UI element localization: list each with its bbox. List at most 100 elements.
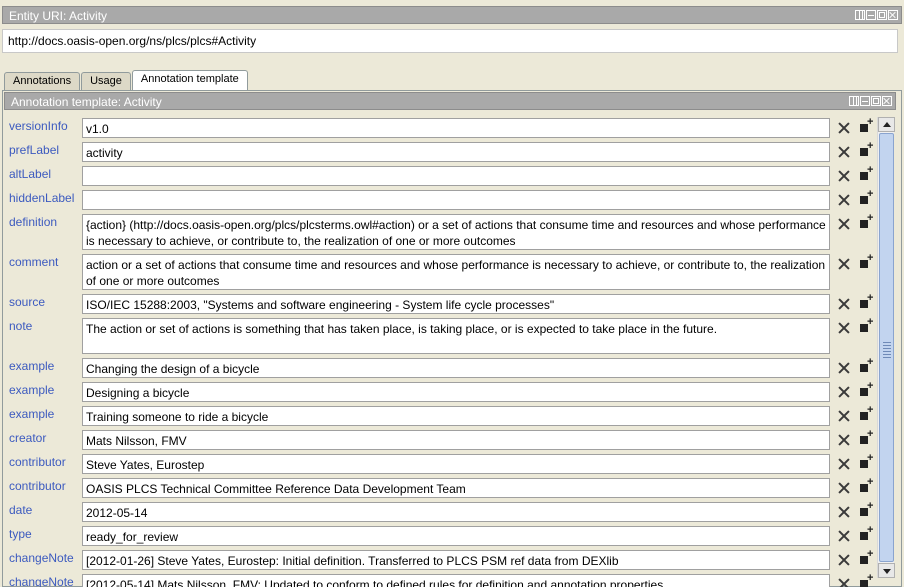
delete-x-icon[interactable] [838,146,850,158]
maximize-icon[interactable] [871,96,881,106]
property-label[interactable]: date [9,503,32,517]
delete-x-icon[interactable] [838,410,850,422]
property-label[interactable]: note [9,319,32,333]
annotation-value-field[interactable]: Changing the design of a bicycle [82,358,830,378]
add-value-icon[interactable]: + [860,452,874,470]
delete-x-icon[interactable] [838,578,850,587]
delete-x-icon[interactable] [838,482,850,494]
add-value-icon[interactable]: + [860,476,874,494]
plus-icon: + [867,117,874,128]
property-label[interactable]: changeNote [9,575,74,587]
add-value-icon[interactable]: + [860,548,874,566]
property-label[interactable]: example [9,407,54,421]
scroll-thumb[interactable] [879,133,894,562]
close-icon[interactable] [882,96,892,106]
maximize-icon[interactable] [877,10,887,20]
delete-x-icon[interactable] [838,386,850,398]
tab-usage[interactable]: Usage [81,72,131,90]
minimize-icon[interactable] [866,10,876,20]
plus-icon: + [867,452,874,464]
add-value-icon[interactable]: + [860,164,874,182]
add-value-icon[interactable]: + [860,212,874,230]
add-value-icon[interactable]: + [860,380,874,398]
plus-icon: + [867,500,874,512]
property-label[interactable]: creator [9,431,46,445]
property-label[interactable]: source [9,295,45,309]
property-label[interactable]: hiddenLabel [9,191,74,205]
add-value-icon[interactable]: + [860,572,874,587]
annotation-value-field[interactable]: The action or set of actions is somethin… [82,318,830,354]
vertical-scrollbar[interactable] [877,117,895,578]
entity-panel-window-buttons [855,10,898,20]
template-panel-title-bar: Annotation template: Activity [4,92,896,110]
scroll-up-button[interactable] [878,117,895,132]
property-label[interactable]: type [9,527,32,541]
plus-icon: + [867,404,874,416]
plus-icon: + [867,476,874,488]
delete-x-icon[interactable] [838,218,850,230]
annotation-value-field[interactable]: Mats Nilsson, FMV [82,430,830,450]
tab-annotations[interactable]: Annotations [4,72,81,90]
annotation-row: changeNote [2012-01-26] Steve Yates, Euro… [6,548,876,573]
annotation-value-field[interactable]: [2012-05-14] Mats Nilsson, FMV: Updated … [82,574,830,587]
delete-x-icon[interactable] [838,362,850,374]
add-value-icon[interactable]: + [860,140,874,158]
add-value-icon[interactable]: + [860,252,874,270]
entity-uri-field[interactable]: http://docs.oasis-open.org/ns/plcs/plcs#… [2,29,898,53]
delete-x-icon[interactable] [838,122,850,134]
property-label[interactable]: versionInfo [9,119,68,133]
property-label[interactable]: example [9,359,54,373]
add-value-icon[interactable]: + [860,292,874,310]
add-value-icon[interactable]: + [860,404,874,422]
minimize-icon[interactable] [860,96,870,106]
tab-annotation-template[interactable]: Annotation template [131,70,248,90]
property-label[interactable]: prefLabel [9,143,59,157]
delete-x-icon[interactable] [838,322,850,334]
property-label[interactable]: contributor [9,479,66,493]
annotation-value-field[interactable]: Designing a bicycle [82,382,830,402]
split-icon[interactable] [855,10,865,20]
property-label[interactable]: example [9,383,54,397]
annotation-value-field[interactable]: ready_for_review [82,526,830,546]
delete-x-icon[interactable] [838,530,850,542]
property-label[interactable]: altLabel [9,167,51,181]
close-icon[interactable] [888,10,898,20]
add-value-icon[interactable]: + [860,428,874,446]
add-value-icon[interactable]: + [860,356,874,374]
annotation-value-field[interactable]: Training someone to ride a bicycle [82,406,830,426]
annotation-row: date 2012-05-14 + [6,500,876,525]
annotation-value-field[interactable]: {action} (http://docs.oasis-open.org/plc… [82,214,830,250]
split-icon[interactable] [849,96,859,106]
add-value-icon[interactable]: + [860,524,874,542]
annotation-value-field[interactable]: activity [82,142,830,162]
property-label[interactable]: changeNote [9,551,74,565]
annotation-value-field[interactable]: ISO/IEC 15288:2003, "Systems and softwar… [82,294,830,314]
delete-x-icon[interactable] [838,194,850,206]
annotation-value-field[interactable]: 2012-05-14 [82,502,830,522]
annotation-value-field[interactable]: v1.0 [82,118,830,138]
property-label[interactable]: contributor [9,455,66,469]
annotation-row: example Designing a bicycle + [6,380,876,405]
delete-x-icon[interactable] [838,458,850,470]
delete-x-icon[interactable] [838,298,850,310]
delete-x-icon[interactable] [838,554,850,566]
annotation-value-field[interactable] [82,166,830,186]
annotation-value-field[interactable]: [2012-01-26] Steve Yates, Eurostep: Init… [82,550,830,570]
delete-x-icon[interactable] [838,258,850,270]
add-value-icon[interactable]: + [860,117,874,134]
arrow-up-icon [883,122,891,127]
property-label[interactable]: comment [9,255,58,269]
scroll-down-button[interactable] [878,563,895,578]
delete-x-icon[interactable] [838,506,850,518]
annotation-value-field[interactable]: Steve Yates, Eurostep [82,454,830,474]
add-value-icon[interactable]: + [860,500,874,518]
add-value-icon[interactable]: + [860,316,874,334]
add-value-icon[interactable]: + [860,188,874,206]
delete-x-icon[interactable] [838,170,850,182]
annotation-value-field[interactable]: action or a set of actions that consume … [82,254,830,290]
annotation-row: source ISO/IEC 15288:2003, "Systems and s… [6,292,876,317]
property-label[interactable]: definition [9,215,57,229]
annotation-value-field[interactable] [82,190,830,210]
annotation-value-field[interactable]: OASIS PLCS Technical Committee Reference… [82,478,830,498]
delete-x-icon[interactable] [838,434,850,446]
